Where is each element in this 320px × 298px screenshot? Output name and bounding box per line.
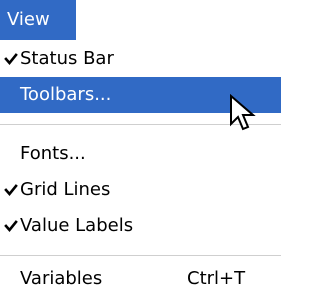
menu-separator	[0, 255, 281, 256]
view-menu-dropdown: Status Bar Toolbars... Fonts... Grid Lin…	[0, 40, 281, 298]
mouse-pointer-icon	[228, 93, 258, 136]
menu-item-label: Value Labels	[20, 215, 134, 236]
menu-item-label: Fonts...	[20, 143, 86, 164]
menu-item-label: Variables	[20, 268, 103, 289]
view-menu-title-label: View	[7, 9, 50, 30]
menu-item-label: Toolbars...	[20, 84, 112, 105]
menu-item-status-bar[interactable]: Status Bar	[0, 41, 281, 77]
menu-item-label: Grid Lines	[20, 179, 111, 200]
menu-item-fonts[interactable]: Fonts...	[0, 136, 281, 172]
menu-item-label: Status Bar	[20, 48, 114, 69]
menu-item-grid-lines[interactable]: Grid Lines	[0, 172, 281, 208]
menu-item-variables[interactable]: Variables Ctrl+T	[0, 261, 281, 297]
menu-item-value-labels[interactable]: Value Labels	[0, 208, 281, 244]
view-menu-title[interactable]: View	[0, 0, 76, 40]
menu-item-shortcut: Ctrl+T	[187, 268, 246, 289]
